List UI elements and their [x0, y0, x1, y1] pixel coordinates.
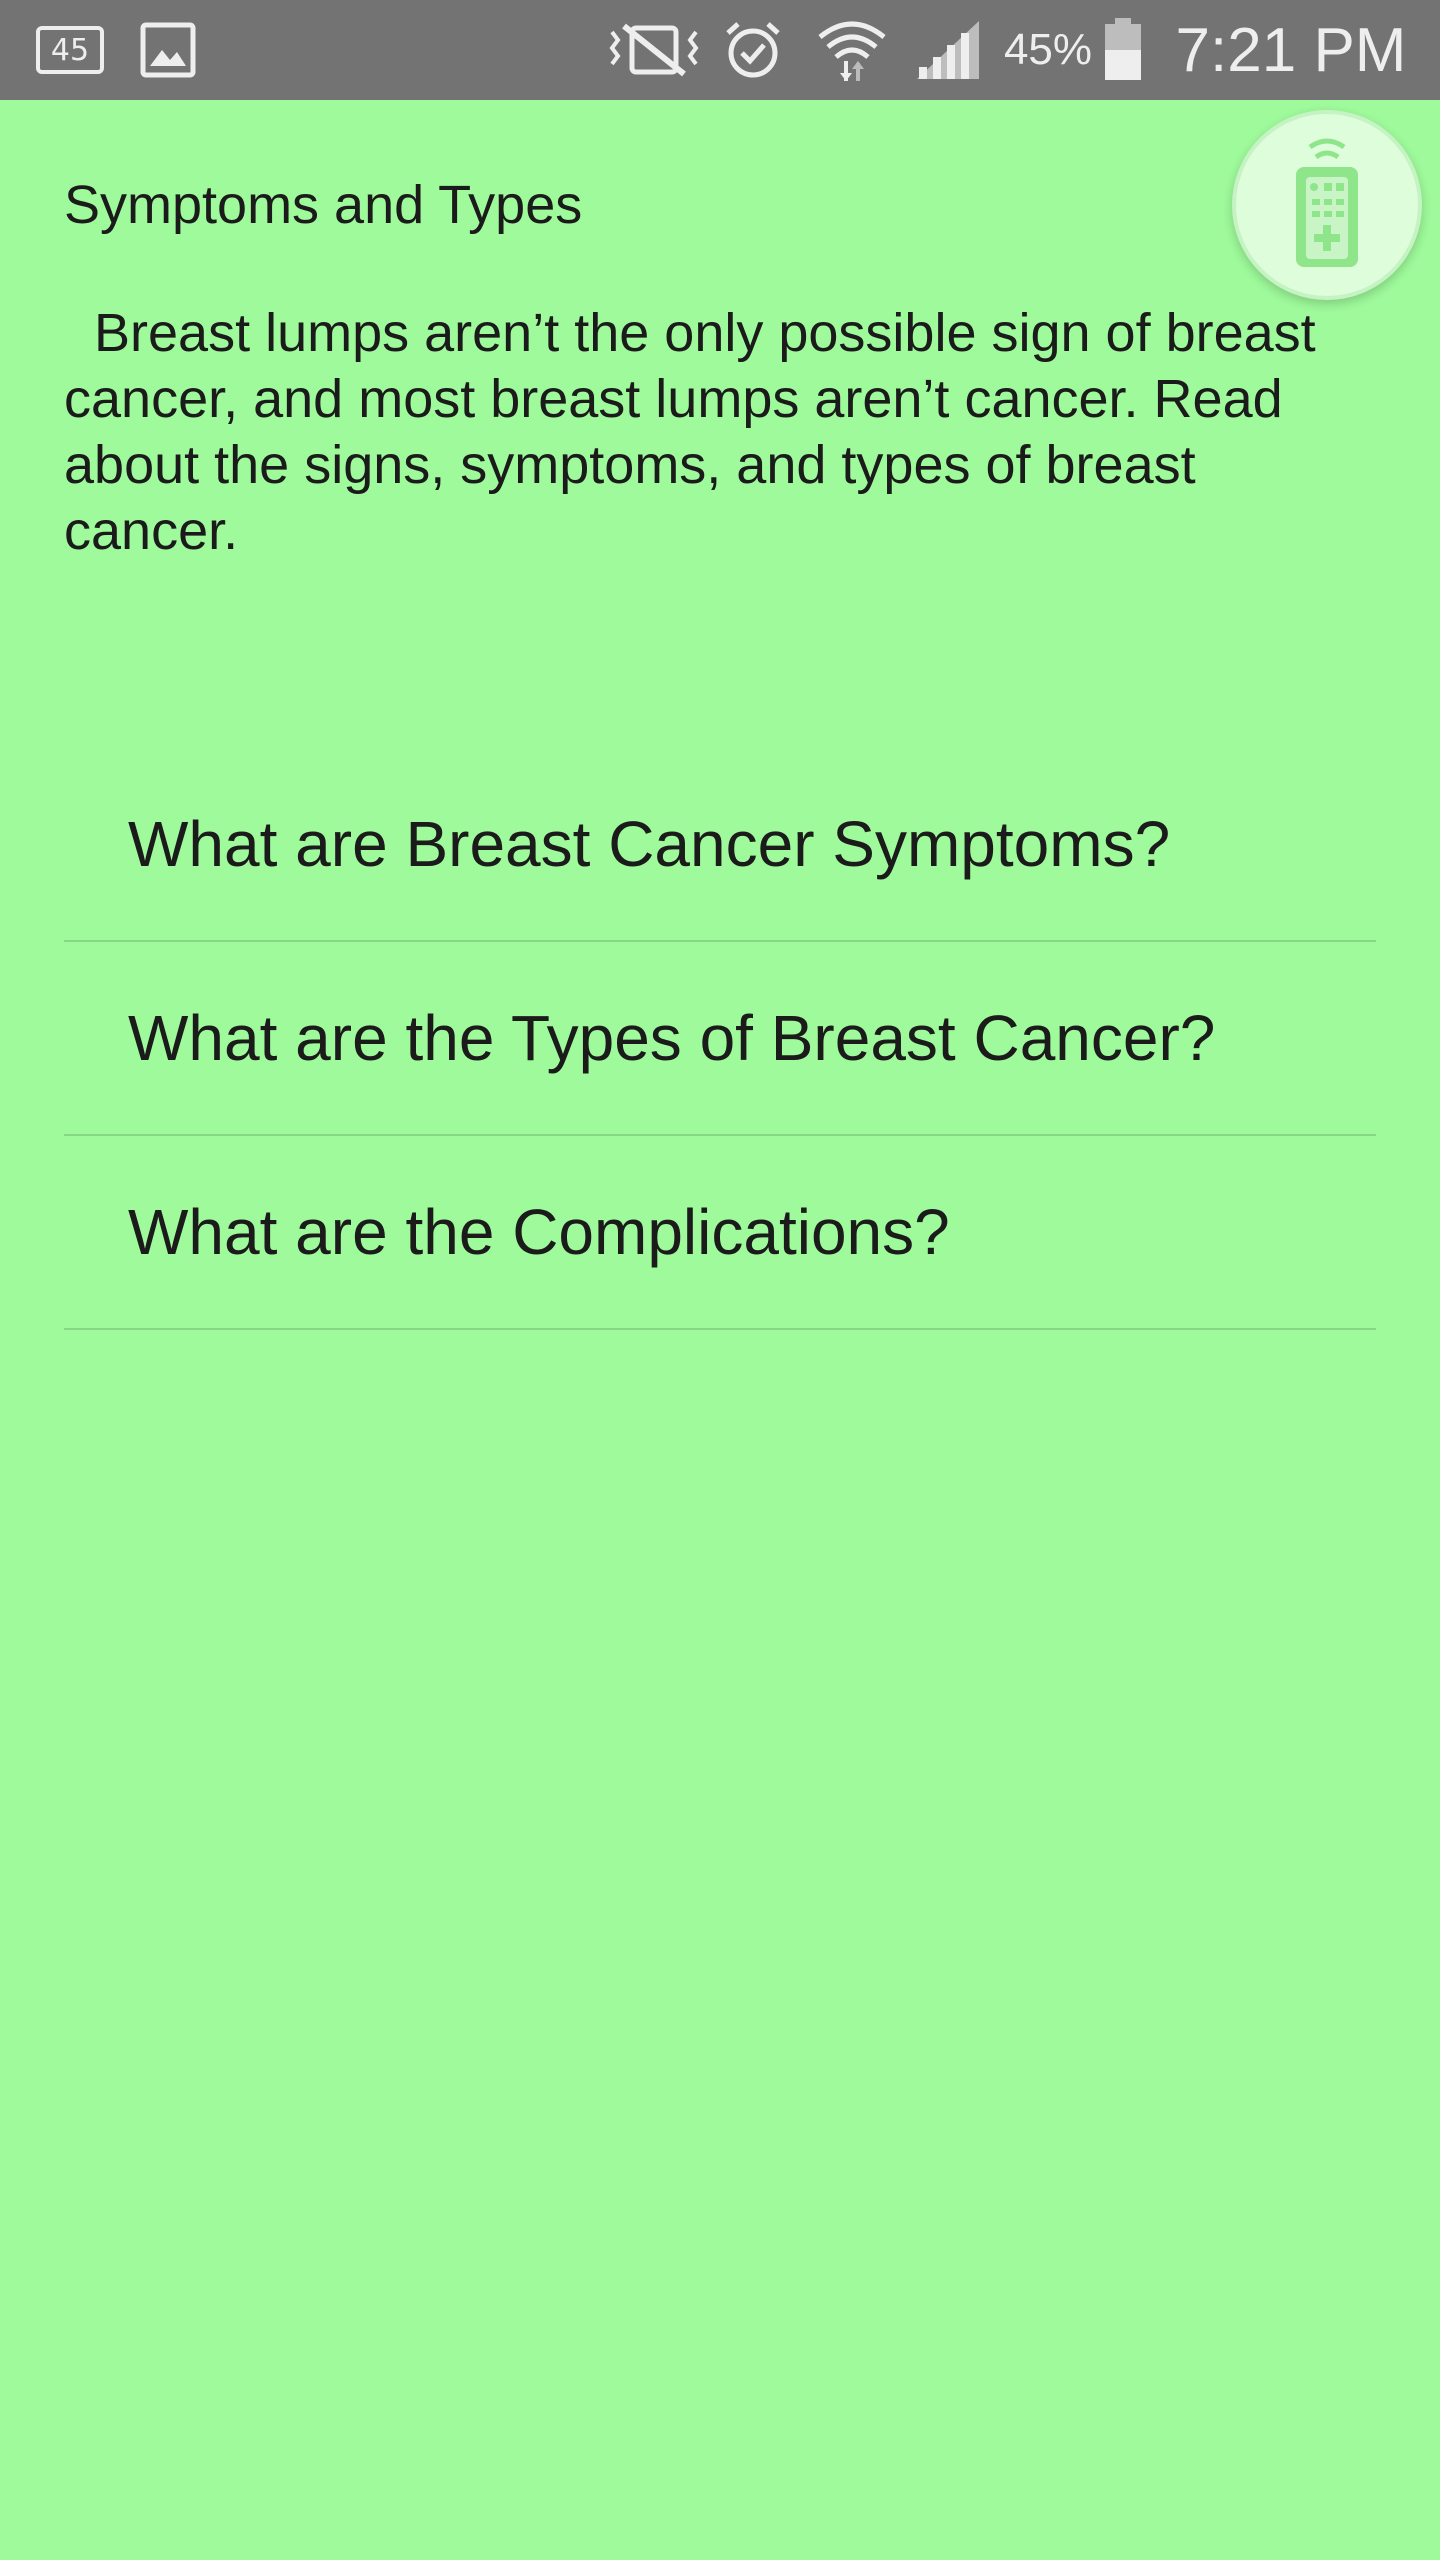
topic-item-types[interactable]: What are the Types of Breast Cancer?: [64, 942, 1376, 1136]
remote-control-button[interactable]: [1232, 110, 1422, 300]
topic-label: What are the Complications?: [128, 1196, 950, 1268]
wifi-icon: [812, 0, 892, 100]
vibrate-mute-icon: [604, 0, 704, 100]
battery-icon: [1098, 0, 1148, 100]
notification-badge-text: 45: [50, 32, 90, 68]
signal-icon: [910, 0, 986, 100]
notification-45-icon: 45: [34, 0, 106, 100]
topic-item-complications[interactable]: What are the Complications?: [64, 1136, 1376, 1330]
page-description: Breast lumps aren’t the only possible si…: [64, 303, 1331, 561]
topic-list: What are Breast Cancer Symptoms? What ar…: [64, 748, 1376, 1330]
topic-item-symptoms[interactable]: What are Breast Cancer Symptoms?: [64, 748, 1376, 942]
alarm-icon: [718, 0, 788, 100]
battery-percent: 45%: [1003, 25, 1093, 74]
status-bar: 45 45% 7:21 PM: [0, 0, 1440, 100]
status-clock: 7:21 PM: [1175, 15, 1407, 85]
page-title: Symptoms and Types: [64, 175, 583, 235]
topic-label: What are the Types of Breast Cancer?: [128, 1002, 1216, 1074]
topic-label: What are Breast Cancer Symptoms?: [128, 808, 1171, 880]
remote-control-icon: [1272, 133, 1382, 278]
image-icon: [138, 0, 198, 100]
